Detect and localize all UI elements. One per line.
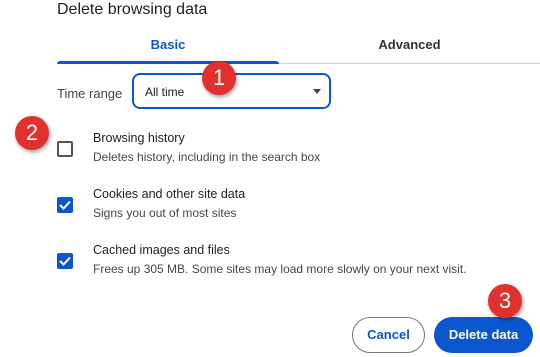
annotation-badge-1: 1 (202, 61, 236, 95)
option-title: Cookies and other site data (93, 187, 246, 201)
checkmark-icon (59, 256, 71, 266)
option-title: Cached images and files (93, 243, 230, 257)
cancel-button[interactable]: Cancel (352, 317, 425, 353)
dropdown-arrow-icon (313, 89, 321, 94)
tab-advanced[interactable]: Advanced (279, 28, 540, 61)
option-description: Frees up 305 MB. Some sites may load mor… (93, 262, 467, 276)
tab-basic[interactable]: Basic (57, 28, 279, 61)
annotation-badge-3: 3 (488, 284, 522, 318)
annotation-badge-2: 2 (15, 116, 49, 150)
tab-bar: Basic Advanced (57, 28, 540, 64)
option-description: Signs you out of most sites (93, 206, 237, 220)
dialog-title: Delete browsing data (57, 1, 208, 18)
time-range-label: Time range (57, 86, 123, 101)
option-browsing-history[interactable]: Browsing history Deletes history, includ… (56, 131, 536, 171)
browsing-history-checkbox[interactable] (57, 141, 73, 157)
checkmark-icon (59, 200, 71, 210)
time-range-value: All time (145, 85, 185, 99)
delete-data-button[interactable]: Delete data (434, 317, 533, 353)
cookies-checkbox[interactable] (57, 197, 73, 213)
option-cookies[interactable]: Cookies and other site data Signs you ou… (56, 187, 536, 227)
option-title: Browsing history (93, 131, 185, 145)
option-cached-images[interactable]: Cached images and files Frees up 305 MB.… (56, 243, 536, 283)
cached-images-checkbox[interactable] (57, 253, 73, 269)
option-description: Deletes history, including in the search… (93, 150, 321, 164)
active-tab-indicator (57, 61, 279, 64)
